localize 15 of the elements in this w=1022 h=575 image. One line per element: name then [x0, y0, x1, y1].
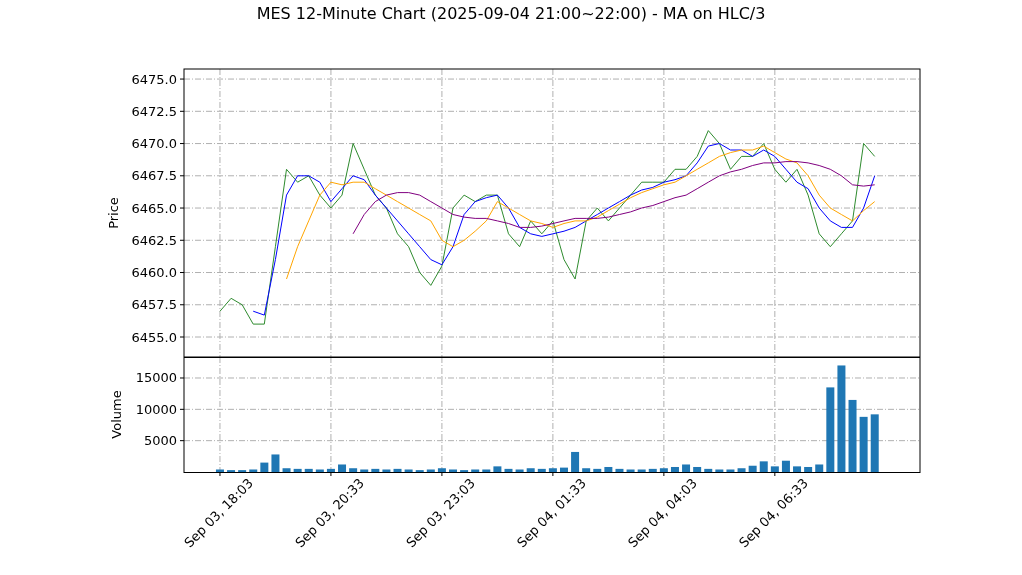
- tick-label: 5000: [143, 433, 177, 449]
- tick-label: 6455.0: [131, 329, 177, 345]
- tick-label: 6470.0: [131, 136, 177, 152]
- tick-label: 6472.5: [131, 103, 177, 119]
- tick-label: 6465.0: [131, 200, 177, 216]
- tick-label: 6457.5: [131, 297, 177, 313]
- axis-label: Volume: [109, 390, 124, 439]
- axis-label: Price: [106, 197, 121, 229]
- tick-label: 10000: [135, 401, 177, 417]
- tick-label: 6462.5: [131, 232, 177, 248]
- tick-label: 15000: [135, 370, 177, 386]
- tick-label: 6467.5: [131, 168, 177, 184]
- tick-label: 6460.0: [131, 265, 177, 280]
- tick-label: 6475.0: [131, 71, 177, 87]
- chart-title: MES 12-Minute Chart (2025-09-04 21:00~22:00) - MA on HLC/3: [256, 4, 766, 24]
